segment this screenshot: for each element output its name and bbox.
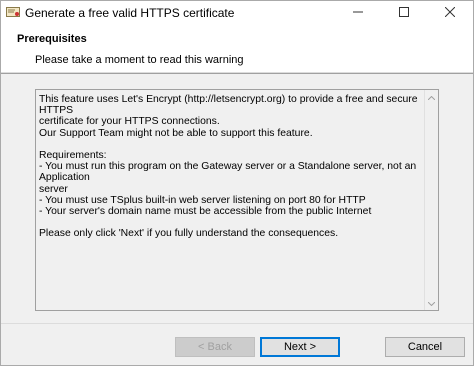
vertical-scrollbar[interactable] bbox=[424, 90, 438, 310]
close-button[interactable] bbox=[427, 1, 473, 25]
wizard-window: Generate a free valid HTTPS certificate … bbox=[0, 0, 474, 366]
chevron-up-icon bbox=[427, 91, 436, 103]
maximize-icon bbox=[399, 6, 409, 20]
window-title: Generate a free valid HTTPS certificate bbox=[25, 6, 235, 20]
back-button[interactable]: < Back bbox=[175, 337, 255, 357]
scroll-up-button[interactable] bbox=[425, 90, 438, 104]
page-title: Prerequisites bbox=[17, 33, 87, 45]
cancel-button[interactable]: Cancel bbox=[385, 337, 465, 357]
certificate-app-icon bbox=[6, 5, 20, 19]
warning-text: This feature uses Let's Encrypt (http://… bbox=[39, 94, 418, 240]
header-divider bbox=[1, 73, 473, 74]
title-bar[interactable]: Generate a free valid HTTPS certificate bbox=[1, 1, 473, 25]
minimize-button[interactable] bbox=[335, 1, 381, 25]
maximize-button[interactable] bbox=[381, 1, 427, 25]
footer-divider bbox=[1, 323, 473, 324]
minimize-icon bbox=[353, 7, 363, 20]
wizard-header: Prerequisites Please take a moment to re… bbox=[1, 25, 473, 73]
close-icon bbox=[444, 6, 456, 20]
chevron-down-icon bbox=[427, 297, 436, 309]
scroll-down-button[interactable] bbox=[425, 296, 438, 310]
warning-textbox[interactable]: This feature uses Let's Encrypt (http://… bbox=[35, 89, 439, 311]
next-button[interactable]: Next > bbox=[260, 337, 340, 357]
page-subtitle: Please take a moment to read this warnin… bbox=[35, 54, 244, 66]
